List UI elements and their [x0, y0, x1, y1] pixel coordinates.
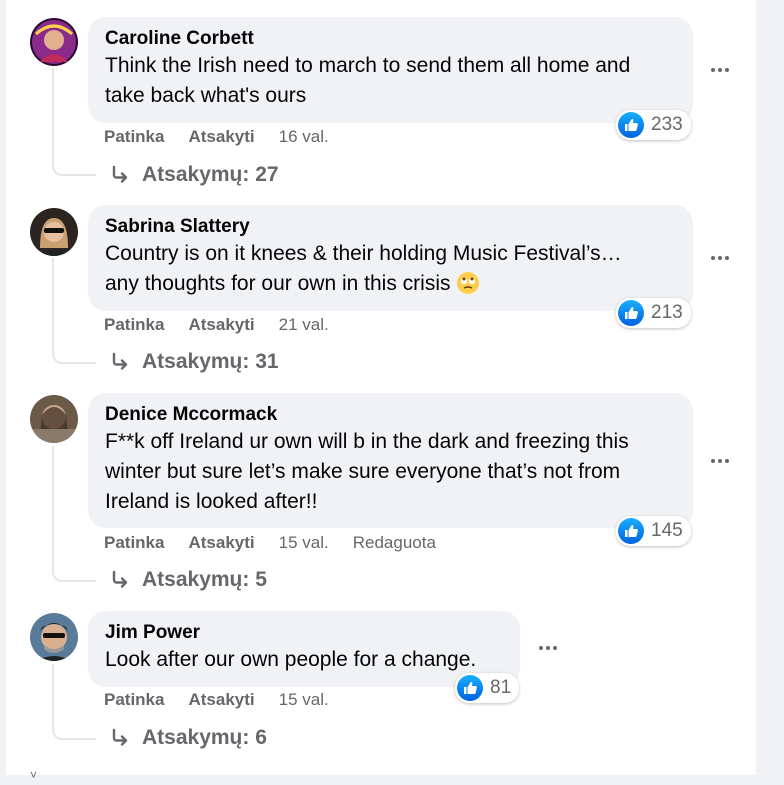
comment-text: Country is on it knees & their holding M…	[105, 239, 675, 299]
like-reaction-icon	[457, 675, 483, 701]
reply-arrow-icon	[112, 165, 128, 183]
comment-text: F**k off Ireland ur own will b in the da…	[105, 430, 629, 513]
view-replies-button[interactable]: Atsakymų: 6	[110, 726, 267, 750]
reply-button[interactable]: Atsakyti	[188, 689, 254, 711]
comment-text-content: Country is on it knees & their holding M…	[105, 242, 622, 295]
edited-label[interactable]: Redaguota	[353, 532, 436, 554]
reaction-count: 145	[651, 520, 683, 541]
timestamp[interactable]: 15 val.	[279, 689, 329, 711]
reply-arrow-icon	[112, 728, 128, 746]
like-button[interactable]: Patinka	[104, 689, 164, 711]
more-options-icon[interactable]	[704, 58, 736, 82]
view-replies-button[interactable]: Atsakymų: 5	[110, 568, 267, 592]
like-reaction-icon	[618, 300, 644, 326]
comment-bubble: Jim Power Look after our own people for …	[88, 611, 520, 687]
reaction-summary[interactable]: 81	[455, 673, 520, 703]
reply-button[interactable]: Atsakyti	[188, 314, 254, 336]
timestamp[interactable]: 21 val.	[279, 314, 329, 336]
comment-bubble: Caroline Corbett Think the Irish need to…	[88, 17, 693, 123]
replies-count: Atsakymų: 31	[142, 350, 279, 373]
like-reaction-icon	[618, 112, 644, 138]
avatar[interactable]	[30, 613, 78, 661]
reaction-count: 233	[651, 114, 683, 135]
thread-line	[52, 68, 96, 176]
chevron-down-icon: ˅	[30, 768, 38, 782]
comments-panel: Caroline Corbett Think the Irish need to…	[6, 0, 756, 775]
reaction-summary[interactable]: 145	[616, 516, 691, 546]
comment-bubble: Denice Mccormack F**k off Ireland ur own…	[88, 393, 693, 528]
reaction-count: 81	[490, 677, 512, 698]
reaction-count: 213	[651, 302, 683, 323]
more-options-icon[interactable]	[532, 636, 564, 660]
avatar[interactable]	[30, 208, 78, 256]
like-button[interactable]: Patinka	[104, 314, 164, 336]
reply-button[interactable]: Atsakyti	[188, 126, 254, 148]
rolling-eyes-emoji-icon	[457, 272, 480, 294]
thread-line	[52, 664, 96, 740]
reply-arrow-icon	[112, 352, 128, 370]
comment-actions: Patinka Atsakyti 21 val.	[104, 314, 329, 336]
reaction-summary[interactable]: 213	[616, 298, 691, 328]
reply-arrow-icon	[112, 570, 128, 588]
thread-line	[52, 258, 96, 364]
view-replies-button[interactable]: Atsakymų: 31	[110, 350, 279, 374]
more-options-icon[interactable]	[704, 246, 736, 270]
replies-count: Atsakymų: 5	[142, 568, 267, 591]
like-button[interactable]: Patinka	[104, 126, 164, 148]
replies-count: Atsakymų: 27	[142, 163, 279, 186]
timestamp[interactable]: 16 val.	[279, 126, 329, 148]
comment-bubble: Sabrina Slattery Country is on it knees …	[88, 205, 693, 311]
replies-count: Atsakymų: 6	[142, 726, 267, 749]
like-reaction-icon	[618, 518, 644, 544]
reply-button[interactable]: Atsakyti	[188, 532, 254, 554]
view-replies-button[interactable]: Atsakymų: 27	[110, 163, 279, 187]
comment-text: Look after our own people for a change.	[105, 648, 477, 671]
comment-actions: Patinka Atsakyti 15 val.	[104, 689, 329, 711]
thread-line	[52, 446, 96, 582]
comment-author[interactable]: Sabrina Slattery	[105, 215, 675, 239]
comment-author[interactable]: Denice Mccormack	[105, 403, 675, 427]
avatar[interactable]	[30, 18, 78, 66]
comment-actions: Patinka Atsakyti 15 val. Redaguota	[104, 532, 436, 554]
comment-author[interactable]: Jim Power	[105, 621, 502, 645]
more-options-icon[interactable]	[704, 449, 736, 473]
like-button[interactable]: Patinka	[104, 532, 164, 554]
comment-actions: Patinka Atsakyti 16 val.	[104, 126, 329, 148]
comment-text: Think the Irish need to march to send th…	[105, 54, 631, 107]
comment-author[interactable]: Caroline Corbett	[105, 27, 675, 51]
avatar[interactable]	[30, 395, 78, 443]
timestamp[interactable]: 15 val.	[279, 532, 329, 554]
reaction-summary[interactable]: 233	[616, 110, 691, 140]
